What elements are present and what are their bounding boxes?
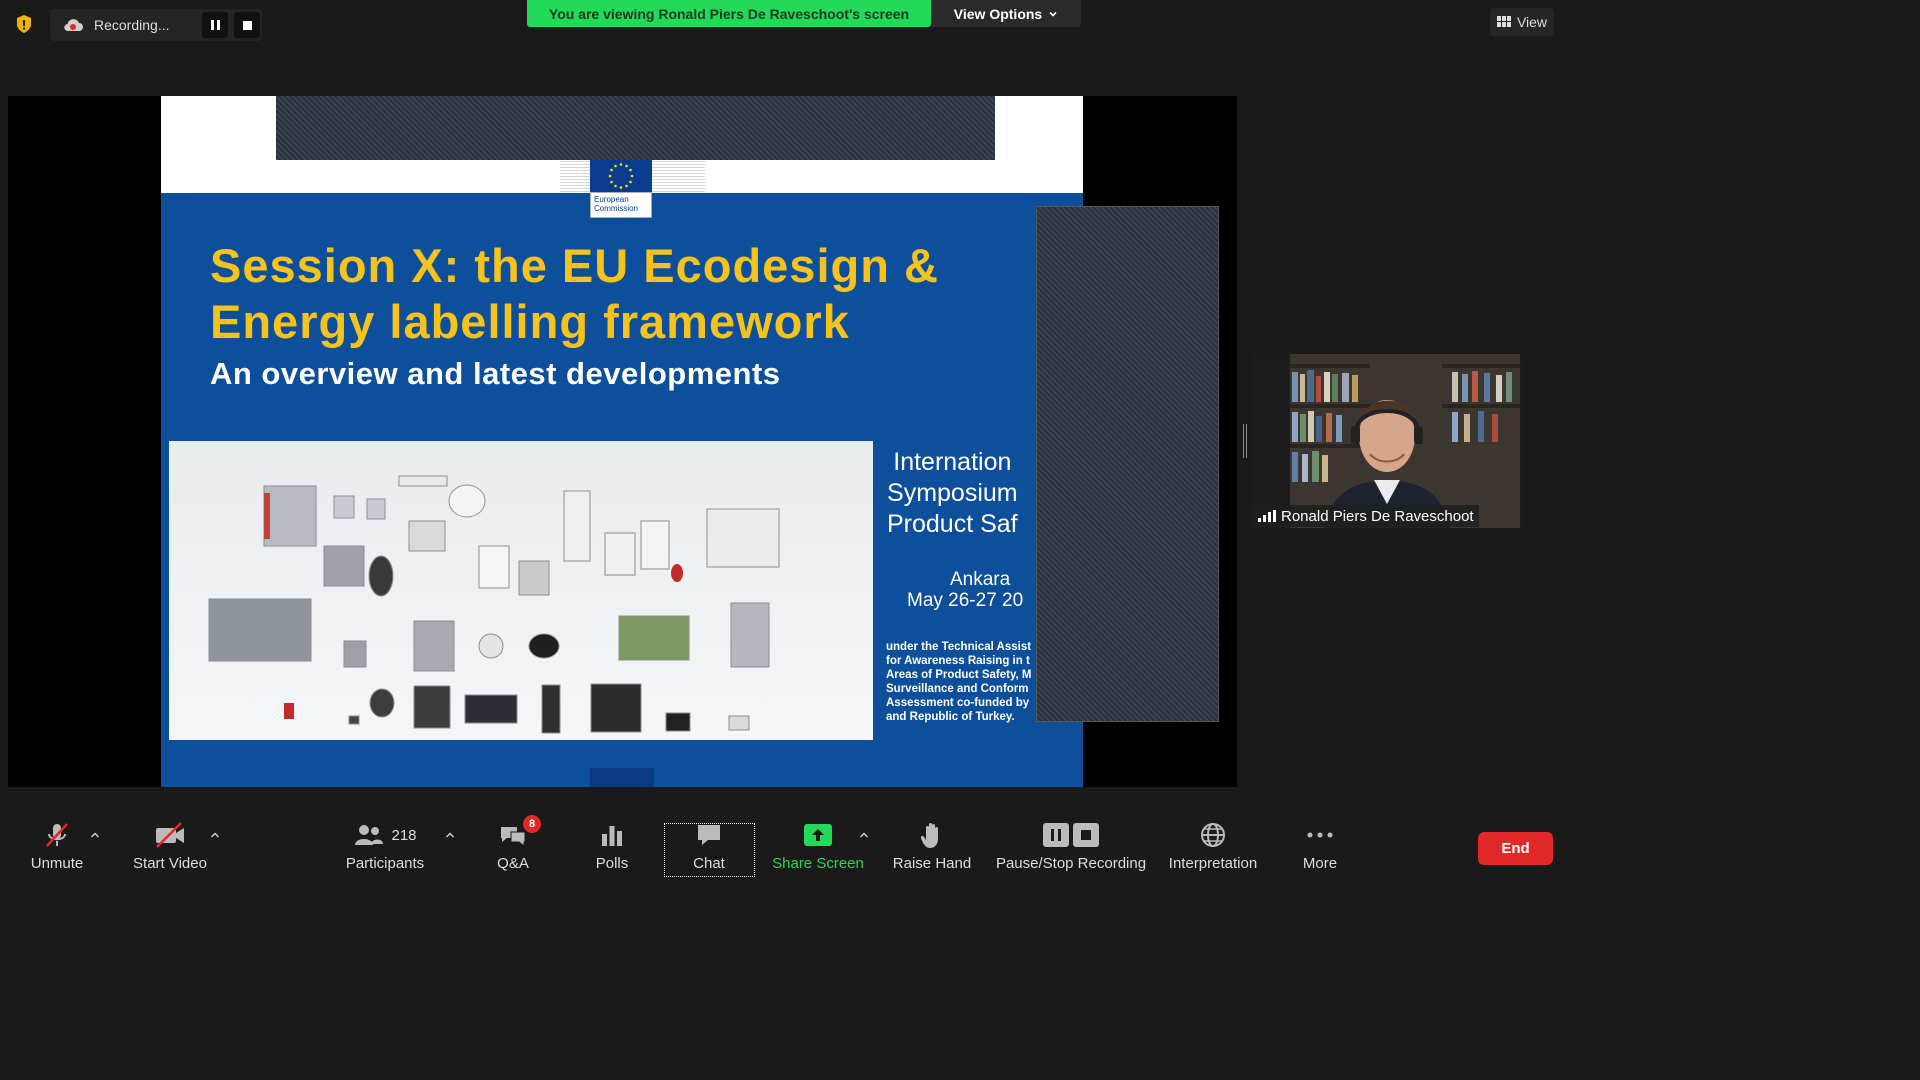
qa-icon: 8 — [497, 815, 541, 851]
security-shield-icon[interactable] — [10, 10, 38, 38]
more-label: More — [1302, 855, 1338, 872]
pause-stop-recording-label: Pause/Stop Recording — [995, 855, 1147, 872]
globe-icon — [1199, 819, 1227, 851]
info-small-line: and Republic of Turkey. — [886, 711, 1015, 723]
view-button[interactable]: View — [1490, 8, 1554, 36]
view-options-button[interactable]: View Options — [931, 0, 1081, 27]
view-options-label: View Options — [953, 5, 1043, 22]
participants-options-caret-icon[interactable] — [444, 829, 456, 841]
qa-badge: 8 — [523, 815, 541, 833]
slide-subtitle: An overview and latest developments — [210, 356, 781, 391]
raise-hand-label: Raise Hand — [892, 855, 972, 872]
event-dates: May 26-27 20 — [907, 590, 1024, 611]
redacted-region — [1036, 206, 1219, 722]
pause-stop-recording-button[interactable]: Pause/Stop Recording — [996, 819, 1146, 875]
interpretation-label: Interpretation — [1168, 855, 1258, 872]
info-line-1: Internation — [893, 448, 1012, 476]
more-dots-icon — [1306, 819, 1334, 851]
share-screen-icon — [802, 819, 834, 851]
european-commission-logo: European Commission — [560, 160, 705, 218]
participants-label: Participants — [345, 855, 425, 872]
start-video-label: Start Video — [133, 855, 207, 872]
video-options-caret-icon[interactable] — [209, 829, 221, 841]
participant-video[interactable]: Ronald Piers De Raveschoot — [1252, 354, 1522, 528]
meeting-toolbar: Unmute Start Video 218 Participants 8 Q&… — [0, 805, 1568, 882]
end-meeting-button[interactable]: End — [1478, 832, 1553, 865]
muted-microphone-icon — [42, 819, 72, 851]
stop-icon — [242, 20, 252, 30]
share-options-caret-icon[interactable] — [858, 829, 870, 841]
participants-icon — [355, 825, 384, 845]
info-small-line: Assessment co-funded by — [886, 697, 1030, 709]
view-label: View — [1516, 14, 1548, 30]
chat-button[interactable]: Chat — [680, 819, 738, 875]
chat-label: Chat — [693, 855, 725, 872]
participant-video-frame — [1252, 354, 1522, 528]
stop-icon — [1073, 823, 1099, 847]
more-button[interactable]: More — [1298, 819, 1342, 875]
audio-options-caret-icon[interactable] — [89, 829, 101, 841]
pause-icon — [1043, 823, 1069, 847]
raise-hand-button[interactable]: Raise Hand — [892, 819, 972, 875]
info-small-line: under the Technical Assist — [886, 641, 1032, 653]
start-video-button[interactable]: Start Video — [128, 819, 212, 875]
unmute-button[interactable]: Unmute — [22, 819, 92, 875]
slide-title: Session X: the EU Ecodesign & Energy lab… — [210, 238, 939, 350]
appliances-image — [169, 441, 873, 740]
polls-label: Polls — [595, 855, 629, 872]
split-resize-handle[interactable] — [1242, 424, 1248, 458]
recording-label: Recording... — [94, 17, 170, 33]
qa-button[interactable]: 8 Q&A — [488, 815, 541, 875]
shared-screen[interactable]: European Commission Session X: the EU Ec… — [8, 96, 1237, 787]
video-off-icon — [153, 819, 187, 851]
participant-name-tag: Ronald Piers De Raveschoot — [1253, 505, 1479, 527]
polls-button[interactable]: Polls — [590, 819, 634, 875]
share-screen-button[interactable]: Share Screen — [772, 819, 864, 875]
presentation-slide: European Commission Session X: the EU Ec… — [161, 96, 1083, 787]
pause-recording-button[interactable] — [202, 12, 228, 38]
unmute-label: Unmute — [30, 855, 84, 872]
interpretation-button[interactable]: Interpretation — [1164, 819, 1262, 875]
slide-title-line-1: Session X: the EU Ecodesign & — [210, 239, 939, 292]
chevron-down-icon — [1049, 11, 1057, 17]
participant-name: Ronald Piers De Raveschoot — [1281, 507, 1474, 525]
participants-count: 218 — [391, 826, 417, 844]
slide-title-line-2: Energy labelling framework — [210, 295, 850, 348]
ec-logo-text: European Commission — [590, 192, 652, 218]
grid-view-icon — [1496, 16, 1511, 27]
participants-button[interactable]: 218 Participants — [340, 819, 430, 875]
event-place: Ankara — [949, 569, 1011, 590]
info-small-line: Areas of Product Safety, M — [886, 669, 1032, 681]
cloud-recording-icon — [64, 19, 83, 32]
raise-hand-icon — [918, 819, 946, 851]
qa-label: Q&A — [497, 855, 529, 872]
viewing-screen-banner: You are viewing Ronald Piers De Ravescho… — [527, 0, 931, 27]
share-screen-label: Share Screen — [772, 855, 864, 872]
info-small-line: Surveillance and Conform — [886, 683, 1029, 695]
eu-flag-icon — [590, 160, 652, 192]
stop-recording-button[interactable] — [234, 12, 260, 38]
info-small-line: for Awareness Raising in t — [886, 655, 1030, 667]
redacted-region — [276, 96, 995, 160]
recording-indicator: Recording... — [50, 9, 262, 41]
pause-icon — [210, 20, 220, 30]
signal-strength-icon — [1258, 510, 1276, 522]
polls-icon — [598, 819, 626, 851]
info-line-2: Symposium — [887, 479, 1018, 507]
info-line-3: Product Saf — [887, 510, 1018, 538]
chat-icon — [694, 819, 724, 851]
slide-footer-block — [590, 768, 654, 787]
